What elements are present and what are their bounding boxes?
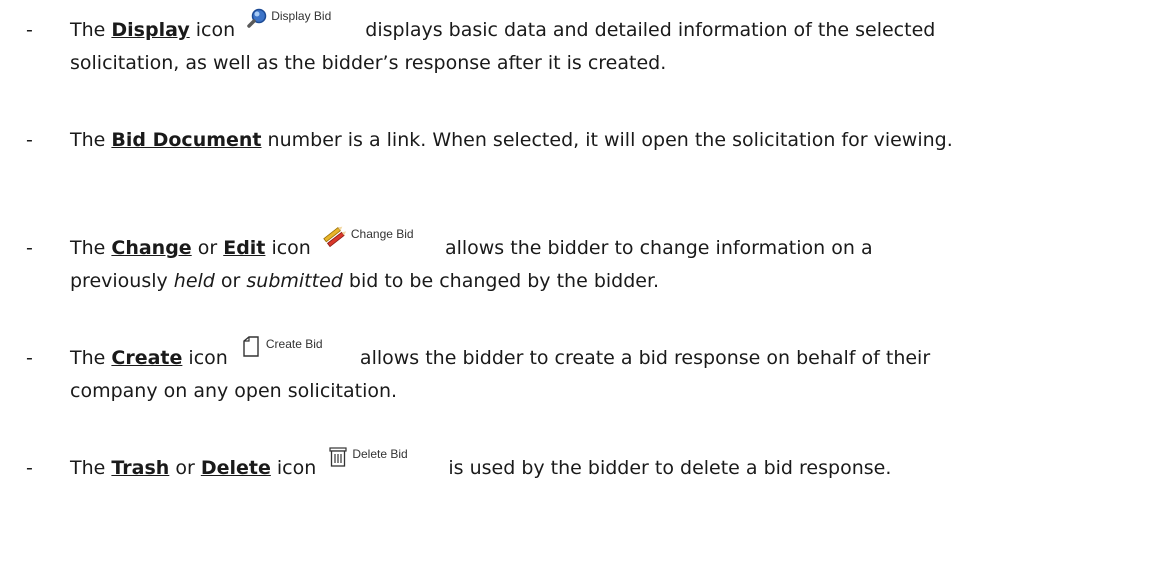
keyword-delete: Delete (200, 457, 271, 479)
magnifier-icon (247, 8, 267, 28)
display-bid-button[interactable]: Display Bid (247, 8, 355, 38)
display-bid-label: Display Bid (271, 9, 332, 23)
keyword-display: Display (111, 19, 190, 41)
keyword-change: Change (111, 237, 192, 259)
delete-bid-button[interactable]: Delete Bid (328, 446, 438, 476)
pencils-icon (323, 226, 346, 248)
keyword-create: Create (111, 347, 183, 369)
keyword-bid-document: Bid Document (111, 129, 262, 151)
bullet-dash: - (26, 457, 33, 479)
bullet-dash: - (26, 19, 33, 41)
create-bid-label: Create Bid (265, 337, 323, 351)
create-bid-button[interactable]: Create Bid (240, 336, 350, 366)
change-bid-button[interactable]: Change Bid (323, 226, 435, 256)
bullet-dash: - (26, 129, 33, 151)
bullet-dash: - (26, 237, 33, 259)
bullet-dash: - (26, 347, 33, 369)
keyword-edit: Edit (223, 237, 266, 259)
delete-bid-label: Delete Bid (352, 447, 408, 461)
document-icon (243, 336, 259, 357)
document: - The Display icon Display Bid displays … (0, 0, 1155, 575)
change-bid-label: Change Bid (350, 227, 414, 241)
keyword-trash: Trash (111, 457, 170, 479)
trash-icon (329, 447, 347, 467)
